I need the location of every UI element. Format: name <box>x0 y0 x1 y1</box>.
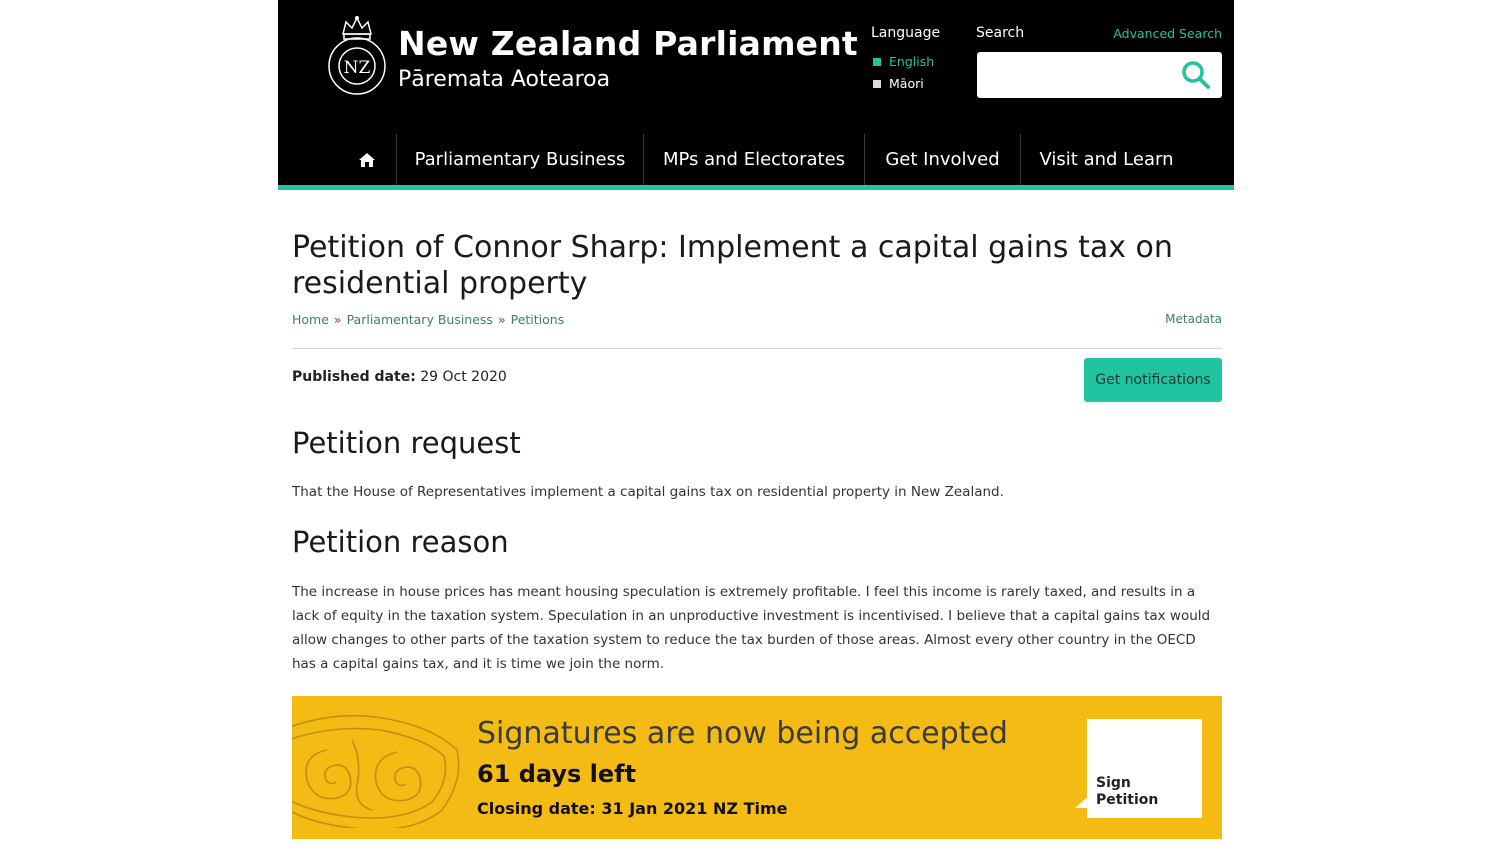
petition-request-heading: Petition request <box>292 426 521 460</box>
published-label: Published date: <box>292 369 416 385</box>
unselected-square-icon <box>873 79 881 88</box>
site-header: NZ New Zealand Parliament Pāremata Aotea… <box>278 0 1234 185</box>
search-label: Search <box>976 25 1025 41</box>
nav-home[interactable] <box>338 134 396 185</box>
selected-square-icon <box>873 57 881 66</box>
petition-reason-heading: Petition reason <box>292 525 509 559</box>
petition-reason-text: The increase in house prices has meant h… <box>292 584 1211 672</box>
nav-visit-and-learn[interactable]: Visit and Learn <box>1020 134 1192 185</box>
nav-mps-and-electorates[interactable]: MPs and Electorates <box>643 134 864 185</box>
petition-request-text: That the House of Representatives implem… <box>292 484 1004 500</box>
published-date: Published date: 29 Oct 2020 <box>292 369 507 385</box>
language-label: Language <box>871 25 941 41</box>
parliament-crest-icon[interactable]: NZ <box>326 12 388 98</box>
language-english-label: English <box>889 54 935 69</box>
search-icon[interactable] <box>1178 58 1214 92</box>
language-maori[interactable]: Māori <box>873 76 924 91</box>
breadcrumb-separator: » <box>333 312 342 327</box>
breadcrumb-parliamentary-business[interactable]: Parliamentary Business <box>347 312 493 327</box>
nav-get-involved[interactable]: Get Involved <box>864 134 1020 185</box>
sign-petition-button[interactable]: Sign Petition <box>1087 719 1202 818</box>
koru-pattern-icon <box>292 714 460 828</box>
get-notifications-button[interactable]: Get notifications <box>1084 358 1222 402</box>
breadcrumb-separator: » <box>497 312 506 327</box>
days-left: 61 days left <box>477 760 637 788</box>
nav-parliamentary-business[interactable]: Parliamentary Business <box>396 134 643 185</box>
breadcrumb-home[interactable]: Home <box>292 312 329 327</box>
page: NZ New Zealand Parliament Pāremata Aotea… <box>278 0 1234 854</box>
published-value: 29 Oct 2020 <box>420 369 507 385</box>
svg-text:NZ: NZ <box>344 58 371 78</box>
closing-date: Closing date: 31 Jan 2021 NZ Time <box>477 799 788 818</box>
site-subtitle: Pāremata Aotearoa <box>398 67 611 92</box>
divider <box>292 348 1222 349</box>
page-title: Petition of Connor Sharp: Implement a ca… <box>292 230 1173 301</box>
advanced-search-link[interactable]: Advanced Search <box>1113 26 1222 41</box>
home-icon <box>359 152 375 167</box>
breadcrumb: Home » Parliamentary Business » Petition… <box>292 312 564 327</box>
breadcrumb-petitions[interactable]: Petitions <box>511 312 565 327</box>
metadata-link[interactable]: Metadata <box>1165 312 1222 326</box>
site-title[interactable]: New Zealand Parliament <box>398 24 858 63</box>
language-english[interactable]: English <box>873 54 934 69</box>
language-maori-label: Māori <box>889 76 924 91</box>
signatures-banner: Signatures are now being accepted 61 day… <box>292 696 1222 839</box>
search-input[interactable] <box>985 60 1165 90</box>
signatures-heading: Signatures are now being accepted <box>477 716 1008 751</box>
sign-petition-label: Sign Petition <box>1096 775 1186 809</box>
main-nav: Parliamentary Business MPs and Electorat… <box>338 134 1192 185</box>
search-box <box>977 52 1222 98</box>
sign-petition-line1: Sign <box>1096 775 1131 791</box>
header-accent-bar <box>278 185 1234 190</box>
sign-petition-line2: Petition <box>1096 792 1159 808</box>
